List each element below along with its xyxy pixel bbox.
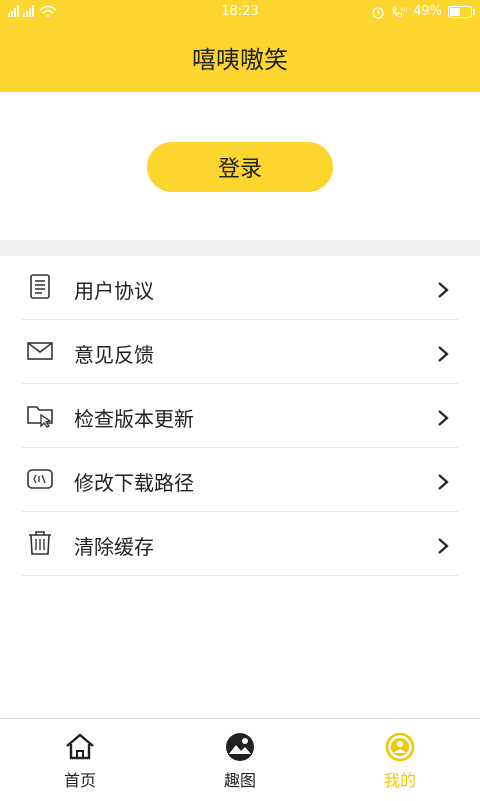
- section-divider: [0, 240, 480, 256]
- mail-icon: [27, 342, 53, 360]
- login-button[interactable]: 登录: [147, 142, 333, 192]
- battery-icon: [448, 5, 475, 18]
- status-right: HD 49%: [371, 4, 475, 19]
- landscape-icon: [226, 733, 254, 761]
- bottom-tab-bar: 首页 趣图 我的: [0, 718, 480, 801]
- page-title: 嘻咦嗷笑: [192, 46, 288, 74]
- menu-item-download-path[interactable]: 修改下载路径: [22, 448, 458, 512]
- chevron-right-icon: [438, 538, 449, 554]
- storage-card-icon: [27, 469, 53, 489]
- menu-item-label: 用户协议: [74, 279, 154, 303]
- status-bar: 18:23 HD 49%: [0, 0, 480, 24]
- profile-icon: [385, 732, 415, 762]
- menu-item-check-update[interactable]: 检查版本更新: [22, 384, 458, 448]
- menu-item-label: 检查版本更新: [74, 407, 194, 431]
- menu-item-label: 清除缓存: [74, 535, 154, 559]
- tab-label: 首页: [63, 771, 96, 790]
- folder-cursor-icon: [27, 406, 53, 428]
- menu-item-user-agreement[interactable]: 用户协议: [22, 256, 458, 320]
- menu-item-label: 修改下载路径: [74, 471, 194, 495]
- menu-item-feedback[interactable]: 意见反馈: [22, 320, 458, 384]
- header: 18:23 HD 49% 嘻咦嗷笑: [0, 0, 480, 92]
- svg-text:HD: HD: [401, 7, 407, 14]
- tab-label: 我的: [383, 771, 416, 790]
- hd-call-icon: HD: [392, 4, 407, 18]
- chevron-right-icon: [438, 282, 449, 298]
- menu-item-label: 意见反馈: [74, 343, 154, 367]
- document-icon: [30, 274, 50, 299]
- login-area: 登录: [0, 92, 480, 240]
- chevron-right-icon: [438, 346, 449, 362]
- tab-home[interactable]: 首页: [0, 719, 160, 801]
- tab-fun-pics[interactable]: 趣图: [160, 719, 320, 801]
- settings-menu: 用户协议 意见反馈 检查版本更新 修改下载路径 清除缓存: [0, 256, 480, 576]
- home-icon: [66, 733, 94, 760]
- tab-mine[interactable]: 我的: [320, 719, 480, 801]
- tab-label: 趣图: [223, 771, 256, 790]
- menu-item-clear-cache[interactable]: 清除缓存: [22, 512, 458, 576]
- chevron-right-icon: [438, 474, 449, 490]
- battery-percent: 49%: [413, 4, 442, 19]
- alarm-icon: [372, 6, 384, 19]
- chevron-right-icon: [438, 410, 449, 426]
- trash-icon: [29, 531, 51, 555]
